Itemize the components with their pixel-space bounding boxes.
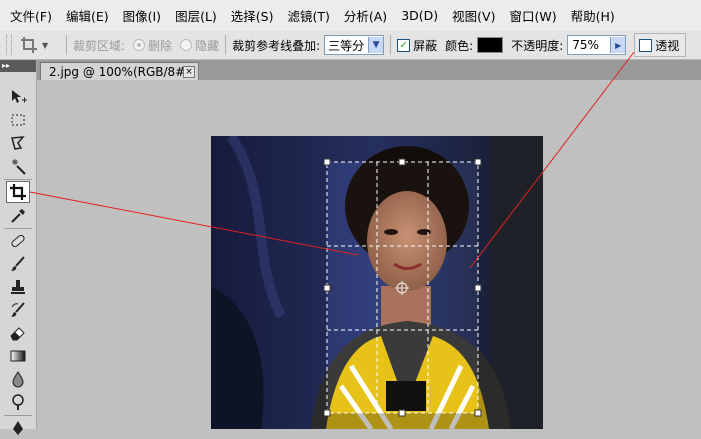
healing-brush-icon bbox=[11, 234, 25, 248]
menu-3d[interactable]: 3D(D) bbox=[391, 8, 438, 23]
overlay-value: 三等分 bbox=[328, 38, 365, 53]
options-bar: ▼ 裁剪区域: 删除 隐藏 裁剪参考线叠加: 三等分 ▼ ✓ 屏蔽 颜色: 不透… bbox=[0, 31, 701, 60]
divider bbox=[4, 415, 32, 416]
divider bbox=[66, 35, 67, 55]
photo[interactable] bbox=[211, 136, 543, 429]
document-tab[interactable]: 2.jpg @ 100%(RGB/8#) × bbox=[40, 62, 199, 80]
gradient-icon bbox=[10, 350, 26, 362]
history-brush-icon bbox=[11, 302, 25, 317]
brush-tool[interactable] bbox=[6, 253, 30, 275]
perspective-checkbox[interactable] bbox=[639, 38, 653, 52]
clone-stamp-tool[interactable] bbox=[6, 276, 30, 298]
close-icon[interactable]: × bbox=[183, 66, 195, 78]
magic-wand-tool[interactable] bbox=[6, 155, 30, 177]
crop-icon bbox=[10, 184, 26, 200]
marquee-icon bbox=[11, 114, 25, 126]
tool-preset-picker[interactable]: ▼ bbox=[20, 36, 60, 54]
document-canvas[interactable] bbox=[37, 80, 701, 429]
lasso-tool[interactable] bbox=[6, 132, 30, 154]
document-tab-bar: 2.jpg @ 100%(RGB/8#) × bbox=[37, 60, 701, 80]
hide-label: 隐藏 bbox=[195, 38, 220, 53]
magic-wand-icon bbox=[12, 159, 26, 175]
clone-stamp-icon bbox=[11, 280, 25, 294]
chevron-down-icon: ▼ bbox=[42, 40, 49, 50]
tools-panel: ▸▸ bbox=[0, 60, 37, 435]
grip-handle[interactable] bbox=[6, 35, 12, 55]
lasso-icon bbox=[11, 136, 25, 150]
eraser-icon bbox=[10, 327, 25, 341]
marquee-tool[interactable] bbox=[6, 109, 30, 131]
divider bbox=[390, 35, 392, 55]
move-tool[interactable] bbox=[6, 86, 30, 108]
dodge-icon bbox=[12, 394, 24, 410]
menu-select[interactable]: 选择(S) bbox=[221, 6, 274, 25]
divider bbox=[4, 228, 32, 229]
opacity-label: 不透明度: bbox=[511, 38, 564, 53]
move-icon bbox=[12, 90, 27, 103]
healing-brush-tool[interactable] bbox=[6, 230, 30, 252]
divider bbox=[225, 35, 227, 55]
menu-layer[interactable]: 图层(L) bbox=[165, 6, 217, 25]
crop-tool[interactable] bbox=[6, 181, 30, 203]
overlay-label: 裁剪参考线叠加: bbox=[232, 38, 321, 53]
eyedropper-tool[interactable] bbox=[6, 205, 30, 227]
shield-checkbox[interactable]: ✓ bbox=[397, 38, 411, 52]
delete-label: 删除 bbox=[148, 38, 173, 53]
overlay-select[interactable]: 三等分 ▼ bbox=[324, 35, 385, 55]
blur-icon bbox=[12, 371, 24, 388]
menu-view[interactable]: 视图(V) bbox=[442, 6, 495, 25]
chevron-down-icon: ▼ bbox=[368, 37, 384, 53]
history-brush-tool[interactable] bbox=[6, 299, 30, 321]
crop-area-label: 裁剪区域: bbox=[73, 38, 126, 53]
pen-tool[interactable] bbox=[6, 417, 30, 439]
eraser-tool[interactable] bbox=[6, 322, 30, 344]
gradient-tool[interactable] bbox=[6, 345, 30, 367]
pen-icon bbox=[13, 421, 23, 435]
document-tab-title: 2.jpg @ 100%(RGB/8#) bbox=[49, 64, 190, 79]
delete-radio[interactable] bbox=[133, 39, 146, 51]
tools-panel-header[interactable]: ▸▸ bbox=[0, 60, 36, 72]
color-label: 颜色: bbox=[445, 38, 474, 53]
divider bbox=[4, 179, 32, 180]
hide-radio[interactable] bbox=[180, 39, 193, 51]
blur-tool[interactable] bbox=[6, 368, 30, 390]
dodge-tool[interactable] bbox=[6, 391, 30, 413]
opacity-input[interactable]: 75% ▶ bbox=[567, 35, 627, 55]
menu-bar: 文件(F) 编辑(E) 图像(I) 图层(L) 选择(S) 滤镜(T) 分析(A… bbox=[0, 0, 701, 32]
perspective-option[interactable]: 透视 bbox=[634, 33, 687, 57]
opacity-value: 75% bbox=[572, 38, 599, 52]
shield-label: 屏蔽 bbox=[413, 38, 438, 53]
menu-analysis[interactable]: 分析(A) bbox=[334, 6, 387, 25]
menu-image[interactable]: 图像(I) bbox=[113, 6, 161, 25]
brush-icon bbox=[11, 256, 25, 271]
photo-image bbox=[211, 136, 543, 429]
menu-edit[interactable]: 编辑(E) bbox=[56, 6, 109, 25]
perspective-label: 透视 bbox=[655, 38, 680, 53]
menu-file[interactable]: 文件(F) bbox=[0, 6, 52, 25]
arrow-right-icon[interactable]: ▶ bbox=[610, 37, 626, 53]
crop-icon bbox=[21, 37, 37, 53]
menu-help[interactable]: 帮助(H) bbox=[561, 6, 615, 25]
menu-window[interactable]: 窗口(W) bbox=[499, 6, 556, 25]
menu-filter[interactable]: 滤镜(T) bbox=[277, 6, 329, 25]
shield-color-swatch[interactable] bbox=[477, 37, 504, 53]
eyedropper-icon bbox=[11, 209, 25, 223]
